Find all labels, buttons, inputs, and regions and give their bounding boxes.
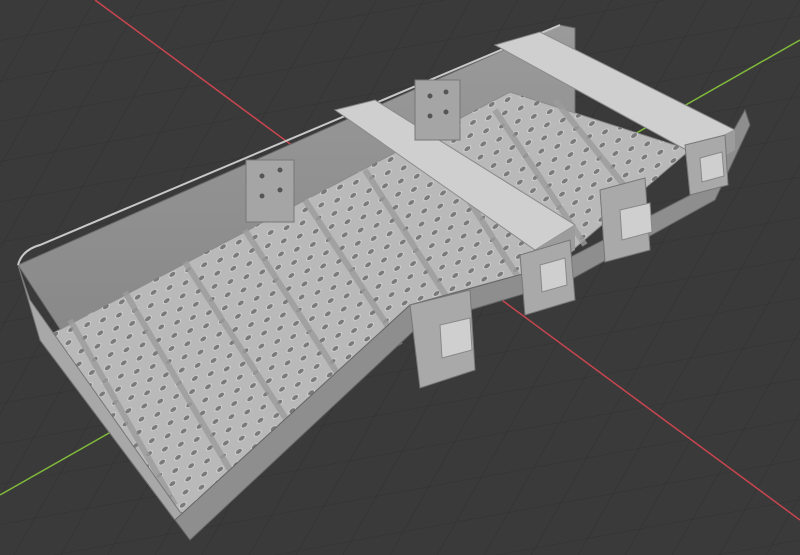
viewport-canvas[interactable] (0, 0, 800, 555)
side-clamp-1 (409, 289, 476, 389)
side-clamp-3 (599, 177, 653, 263)
wall-post-2 (414, 79, 461, 141)
3d-viewport[interactable] (0, 0, 800, 555)
wall-post-1 (245, 159, 295, 223)
side-clamp-4 (684, 134, 729, 196)
